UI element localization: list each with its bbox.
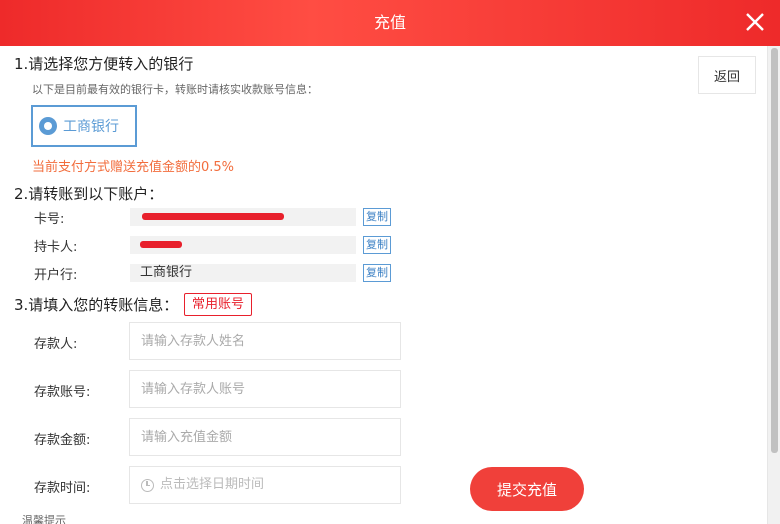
card-number-row: 卡号: 复制 bbox=[34, 208, 394, 227]
common-account-button[interactable]: 常用账号 bbox=[184, 293, 253, 316]
bank-branch-label: 开户行: bbox=[34, 268, 78, 283]
bank-branch-value: 工商银行 bbox=[130, 264, 356, 282]
depositor-account-input[interactable] bbox=[129, 370, 401, 408]
copy-bank-branch-button[interactable]: 复制 bbox=[363, 264, 391, 282]
submit-recharge-button[interactable]: 提交充值 bbox=[470, 467, 584, 511]
vertical-scrollbar[interactable] bbox=[767, 46, 780, 524]
copy-cardholder-button[interactable]: 复制 bbox=[363, 236, 391, 254]
radio-selected-icon bbox=[39, 117, 57, 135]
step2-title: 2.请转账到以下账户： bbox=[14, 185, 164, 203]
cardholder-value bbox=[130, 236, 356, 254]
deposit-time-picker[interactable]: 点击选择日期时间 bbox=[129, 466, 401, 504]
deposit-time-placeholder: 点击选择日期时间 bbox=[160, 477, 265, 492]
tips-heading: 温馨提示 bbox=[22, 514, 66, 524]
cardholder-row: 持卡人: 复制 bbox=[34, 236, 394, 255]
copy-card-number-button[interactable]: 复制 bbox=[363, 208, 391, 226]
step1-title: 1.请选择您方便转入的银行 bbox=[14, 55, 194, 73]
promo-text: 当前支付方式赠送充值金额的0.5% bbox=[32, 160, 235, 175]
cardholder-label: 持卡人: bbox=[34, 240, 78, 255]
redaction-mark bbox=[142, 213, 284, 220]
bank-hint: 以下是目前最有效的银行卡，转账时请核实收款账号信息： bbox=[32, 83, 318, 96]
card-number-value bbox=[130, 208, 356, 226]
scrollbar-thumb[interactable] bbox=[771, 48, 778, 453]
bank-option-icbc[interactable]: 工商银行 bbox=[31, 105, 137, 147]
deposit-time-label: 存款时间: bbox=[34, 481, 91, 496]
redaction-mark bbox=[140, 241, 182, 248]
card-number-label: 卡号: bbox=[34, 212, 65, 227]
amount-input[interactable] bbox=[129, 418, 401, 456]
amount-label: 存款金额: bbox=[34, 433, 91, 448]
dialog-header: 充值 bbox=[0, 0, 780, 46]
dialog-body: 1.请选择您方便转入的银行 以下是目前最有效的银行卡，转账时请核实收款账号信息：… bbox=[0, 46, 767, 524]
close-icon[interactable] bbox=[744, 11, 766, 33]
depositor-name-input[interactable] bbox=[129, 322, 401, 360]
step3-title: 3.请填入您的转账信息： bbox=[14, 296, 179, 314]
clock-icon bbox=[141, 478, 154, 492]
depositor-label: 存款人: bbox=[34, 337, 78, 352]
bank-branch-row: 开户行: 工商银行 复制 bbox=[34, 264, 394, 283]
back-button[interactable]: 返回 bbox=[698, 56, 756, 94]
account-label: 存款账号: bbox=[34, 385, 91, 400]
dialog-title: 充值 bbox=[373, 13, 406, 32]
bank-option-label: 工商银行 bbox=[63, 119, 119, 135]
